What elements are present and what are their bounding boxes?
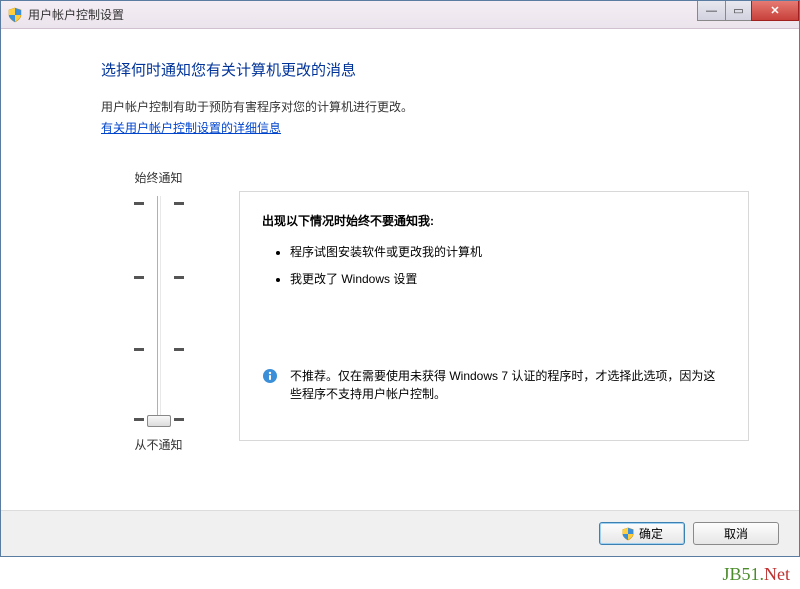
- panel-heading: 出现以下情况时始终不要通知我:: [262, 212, 726, 229]
- uac-settings-window: 用户帐户控制设置 — ▭ ✕ 选择何时通知您有关计算机更改的消息 用户帐户控制有…: [0, 0, 800, 557]
- uac-details-link[interactable]: 有关用户帐户控制设置的详细信息: [101, 119, 281, 136]
- shield-icon: [7, 7, 23, 23]
- page-heading: 选择何时通知您有关计算机更改的消息: [101, 59, 759, 80]
- slider-label-never: 从不通知: [119, 436, 199, 453]
- notification-slider-area: 始终通知 从不通知: [111, 169, 206, 453]
- cancel-button-label: 取消: [724, 525, 748, 542]
- slider-track: [157, 196, 161, 426]
- shield-icon: [621, 527, 635, 541]
- level-description-panel: 出现以下情况时始终不要通知我: 程序试图安装软件或更改我的计算机 我更改了 Wi…: [239, 191, 749, 441]
- page-description: 用户帐户控制有助于预防有害程序对您的计算机进行更改。: [101, 98, 759, 115]
- minimize-button[interactable]: —: [697, 1, 726, 21]
- titlebar: 用户帐户控制设置 — ▭ ✕: [1, 1, 799, 29]
- cancel-button[interactable]: 取消: [693, 522, 779, 545]
- ok-button-label: 确定: [639, 525, 663, 542]
- recommendation-text: 不推荐。仅在需要使用未获得 Windows 7 认证的程序时，才选择此选项，因为…: [290, 367, 726, 403]
- panel-list-item: 我更改了 Windows 设置: [290, 270, 726, 287]
- maximize-button[interactable]: ▭: [725, 1, 752, 21]
- panel-list: 程序试图安装软件或更改我的计算机 我更改了 Windows 设置: [262, 243, 726, 287]
- slider-tick: [134, 418, 144, 421]
- close-button[interactable]: ✕: [751, 1, 799, 21]
- slider-tick: [174, 348, 184, 351]
- dialog-buttons: 确定 取消: [1, 510, 799, 556]
- slider-tick: [174, 276, 184, 279]
- watermark: JB51.Net: [722, 564, 790, 585]
- ok-button[interactable]: 确定: [599, 522, 685, 545]
- recommendation-block: 不推荐。仅在需要使用未获得 Windows 7 认证的程序时，才选择此选项，因为…: [262, 367, 726, 403]
- panel-list-item: 程序试图安装软件或更改我的计算机: [290, 243, 726, 260]
- slider-thumb[interactable]: [147, 415, 171, 427]
- window-controls: — ▭ ✕: [698, 1, 799, 21]
- content-area: 选择何时通知您有关计算机更改的消息 用户帐户控制有助于预防有害程序对您的计算机进…: [1, 29, 799, 510]
- slider-tick: [174, 202, 184, 205]
- info-icon: [262, 368, 278, 384]
- notification-slider[interactable]: [119, 196, 199, 426]
- slider-label-always: 始终通知: [119, 169, 199, 186]
- window-title: 用户帐户控制设置: [28, 6, 124, 23]
- slider-tick: [134, 202, 144, 205]
- slider-tick: [134, 348, 144, 351]
- slider-tick: [174, 418, 184, 421]
- slider-tick: [134, 276, 144, 279]
